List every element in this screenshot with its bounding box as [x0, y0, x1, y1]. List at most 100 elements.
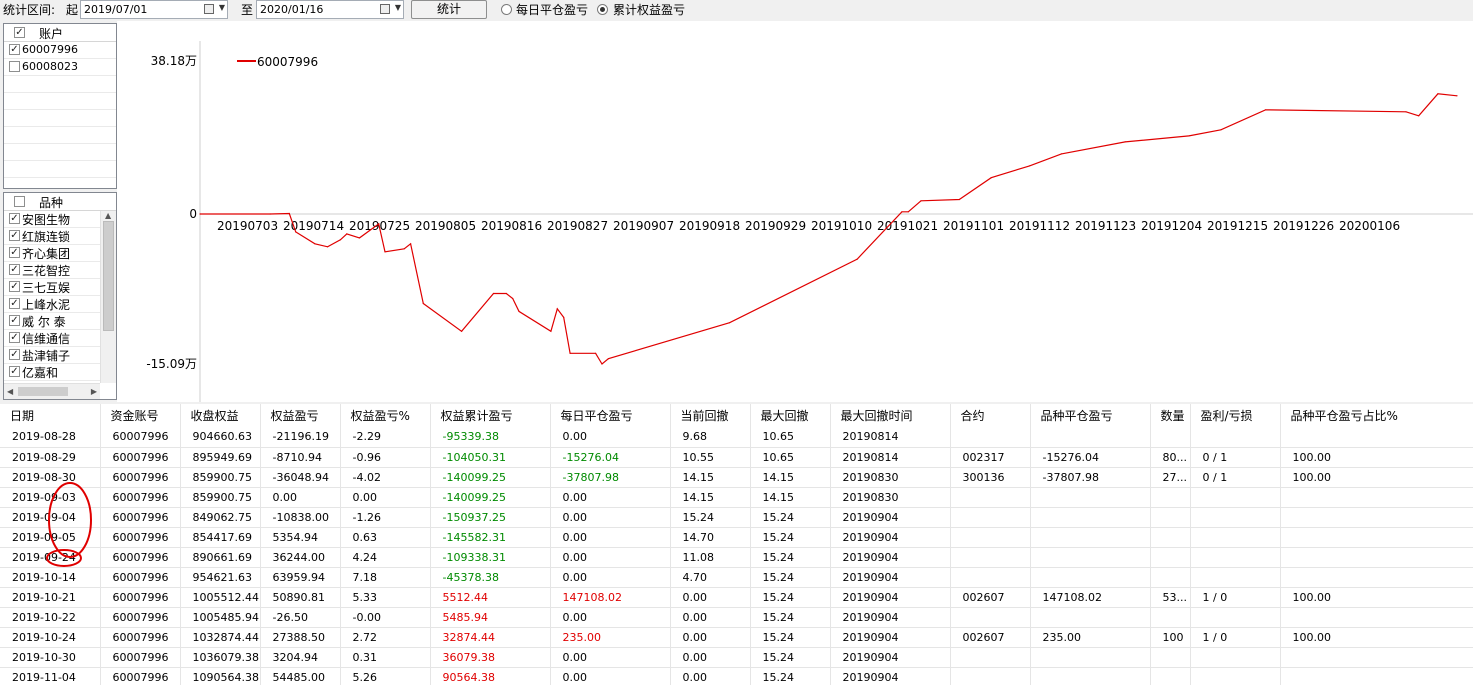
table-cell: 14.70 [670, 527, 751, 548]
varieties-horizontal-scrollbar[interactable]: ◀ ▶ [4, 383, 100, 399]
table-cell: 002607 [950, 587, 1031, 608]
variety-checkbox[interactable]: ✓ [9, 264, 20, 275]
variety-checkbox[interactable]: ✓ [9, 349, 20, 360]
variety-checkbox[interactable]: ✓ [9, 230, 20, 241]
chevron-down-icon[interactable]: ▼ [219, 3, 225, 12]
column-header[interactable]: 当前回撤 [670, 404, 751, 427]
scroll-left-icon[interactable]: ◀ [7, 387, 13, 396]
account-checkbox[interactable] [9, 61, 20, 72]
account-item[interactable]: 60008023 [4, 59, 116, 76]
column-header[interactable]: 合约 [950, 404, 1031, 427]
table-cell: 3204.94 [260, 647, 341, 668]
table-row[interactable]: 2019-11-04 60007996 1090564.38 54485.00 5.26… [0, 667, 1473, 685]
data-point [518, 310, 520, 312]
table-row[interactable]: 2019-09-03 60007996 859900.75 0.00 0.00 -1400… [0, 487, 1473, 508]
table-cell: -140099.25 [430, 487, 551, 508]
variety-checkbox[interactable]: ✓ [9, 332, 20, 343]
column-header[interactable]: 权益盈亏 [260, 404, 341, 427]
table-cell: 5354.94 [260, 527, 341, 548]
column-header[interactable]: 数量 [1150, 404, 1191, 427]
table-cell: 20190904 [830, 587, 951, 608]
x-tick-label: 20191215 [1207, 219, 1268, 233]
table-row[interactable]: 2019-10-14 60007996 954621.63 63959.94 7.18-… [0, 567, 1473, 588]
table-row[interactable]: 2019-09-24 60007996 890661.69 36244.00 4.24-… [0, 547, 1473, 568]
column-header[interactable]: 品种平仓盈亏 [1030, 404, 1151, 427]
radio-cumulative[interactable] [597, 4, 608, 15]
to-date-picker[interactable]: 2020/01/16 ▼ [256, 0, 404, 19]
table-row[interactable]: 2019-08-29 60007996 895949.69 -8710.94 -0.96… [0, 447, 1473, 468]
from-date-value: 2019/07/01 [84, 3, 148, 16]
column-header[interactable]: 盈利/亏损 [1190, 404, 1281, 427]
table-cell [1280, 527, 1473, 548]
table-row[interactable]: 2019-09-05 60007996 854417.69 5354.94 0.63 -1… [0, 527, 1473, 548]
calendar-icon[interactable] [204, 4, 214, 14]
scroll-up-icon[interactable]: ▲ [105, 211, 111, 220]
column-header[interactable]: 最大回撤 [750, 404, 831, 427]
table-cell [1150, 527, 1191, 548]
table-row[interactable]: 2019-08-30 60007996 859900.75 -36048.94 -4.0… [0, 467, 1473, 488]
stat-button[interactable]: 统计 [411, 0, 487, 19]
table-row[interactable]: 2019-08-28 60007996 904660.63 -21196.19 -2.2… [0, 427, 1473, 448]
variety-checkbox[interactable]: ✓ [9, 213, 20, 224]
chevron-down-icon[interactable]: ▼ [395, 3, 401, 12]
table-cell [1280, 667, 1473, 685]
table-cell: 15.24 [750, 627, 831, 648]
variety-checkbox[interactable]: ✓ [9, 298, 20, 309]
column-header[interactable]: 权益累计盈亏 [430, 404, 551, 427]
table-cell: 2019-10-24 [0, 627, 101, 648]
table-cell: 100 [1150, 627, 1191, 648]
table-cell: 20190904 [830, 507, 951, 528]
varieties-vertical-scrollbar[interactable]: ▲ [100, 211, 116, 383]
table-cell: 0.00 [550, 507, 671, 528]
table-cell [1190, 507, 1281, 528]
table-row[interactable]: 2019-10-30 60007996 1036079.38 3204.94 0.31 3… [0, 647, 1473, 668]
table-row[interactable]: 2019-10-21 60007996 1005512.44 50890.81 5.33… [0, 587, 1473, 608]
table-cell: 2.72 [340, 627, 431, 648]
variety-checkbox[interactable]: ✓ [9, 315, 20, 326]
radio-cumulative-label[interactable]: 累计权益盈亏 [613, 1, 685, 18]
table-cell: 0 / 1 [1190, 467, 1281, 488]
table-cell [1150, 487, 1191, 508]
table-cell [1280, 487, 1473, 508]
table-cell: 954621.63 [180, 567, 261, 588]
from-date-picker[interactable]: 2019/07/01 ▼ [80, 0, 228, 19]
table-row[interactable]: 2019-10-22 60007996 1005485.94 -26.50 -0.00 5… [0, 607, 1473, 628]
data-point [907, 211, 909, 213]
calendar-icon[interactable] [380, 4, 390, 14]
variety-checkbox[interactable]: ✓ [9, 247, 20, 258]
table-cell: 890661.69 [180, 547, 261, 568]
radio-daily[interactable] [501, 4, 512, 15]
table-cell: 2019-08-29 [0, 447, 101, 468]
table-cell: 20190904 [830, 647, 951, 668]
varieties-header: 品种 [4, 193, 116, 211]
column-header[interactable]: 收盘权益 [180, 404, 261, 427]
y-tick-label: -15.09万 [146, 357, 197, 371]
table-row[interactable]: 2019-09-04 60007996 849062.75 -10838.00 -1.2… [0, 507, 1473, 528]
table-cell [1150, 667, 1191, 685]
x-tick-label: 20190703 [217, 219, 278, 233]
scrollbar-thumb[interactable] [103, 221, 114, 331]
table-cell: 15.24 [750, 647, 831, 668]
accounts-select-all-checkbox[interactable]: ✓ [14, 27, 25, 38]
legend-label: 60007996 [257, 55, 318, 69]
column-header[interactable]: 品种平仓盈亏占比% [1280, 404, 1473, 427]
scroll-right-icon[interactable]: ▶ [91, 387, 97, 396]
column-header[interactable]: 最大回撤时间 [830, 404, 951, 427]
table-cell [950, 667, 1031, 685]
variety-checkbox[interactable]: ✓ [9, 366, 20, 377]
account-checkbox[interactable]: ✓ [9, 44, 20, 55]
account-item[interactable]: ✓ 60007996 [4, 42, 116, 59]
table-cell: 36244.00 [260, 547, 341, 568]
column-header[interactable]: 日期 [0, 404, 101, 427]
scrollbar-thumb[interactable] [18, 387, 68, 396]
column-header[interactable]: 权益盈亏% [340, 404, 431, 427]
table-cell: 895949.69 [180, 447, 261, 468]
table-row[interactable]: 2019-10-24 60007996 1032874.44 27388.50 2.72… [0, 627, 1473, 648]
radio-daily-label[interactable]: 每日平仓盈亏 [516, 1, 588, 18]
variety-checkbox[interactable]: ✓ [9, 281, 20, 292]
varieties-select-all-checkbox[interactable] [14, 196, 25, 207]
table-cell: 5485.94 [430, 607, 551, 628]
column-header[interactable]: 资金账号 [100, 404, 181, 427]
column-header[interactable]: 每日平仓盈亏 [550, 404, 671, 427]
table-cell: 0.00 [550, 487, 671, 508]
